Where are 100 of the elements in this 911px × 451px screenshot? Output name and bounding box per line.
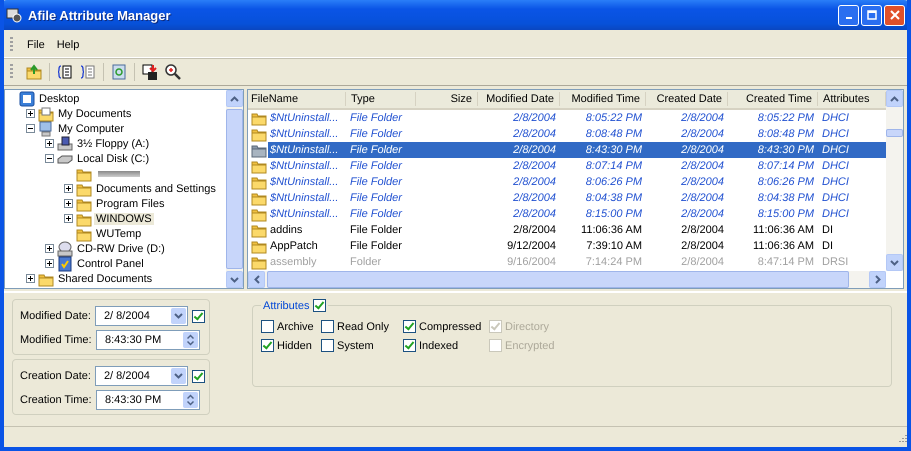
tree-item[interactable]: My Documents: [56, 108, 134, 120]
scroll-down-button[interactable]: [886, 254, 903, 271]
column-header[interactable]: Modified Date: [478, 92, 560, 106]
column-header[interactable]: Modified Time: [560, 92, 646, 106]
scroll-left-button[interactable]: [248, 271, 265, 288]
checkbox[interactable]: [321, 320, 334, 333]
column-header[interactable]: Created Date: [646, 92, 728, 106]
brace-document-icon: [80, 64, 96, 80]
expander-toggle[interactable]: [25, 273, 36, 284]
file-name[interactable]: addins: [268, 222, 304, 238]
table-cell-text: 2/8/2004: [680, 191, 725, 206]
column-header[interactable]: FileName: [248, 92, 346, 106]
checkbox-label: Read Only: [337, 320, 389, 332]
expander-toggle[interactable]: [63, 198, 74, 209]
tree-item[interactable]: Desktop: [37, 92, 82, 104]
column-header[interactable]: Type: [346, 92, 416, 106]
table-cell-text: 2/8/2004: [680, 111, 725, 126]
close-button[interactable]: [884, 4, 905, 26]
scroll-up-button[interactable]: [886, 90, 903, 107]
scroll-down-button[interactable]: [226, 271, 243, 288]
tree-item[interactable]: Shared Documents: [56, 272, 154, 284]
minus-icon: [45, 154, 54, 163]
table-cell-text: DHCI: [821, 191, 850, 206]
tree-item[interactable]: My Computer: [56, 122, 126, 134]
plus-icon: [45, 139, 54, 148]
file-name[interactable]: $NtUninstall...: [268, 110, 340, 126]
chevron-left-icon: [254, 275, 260, 284]
table-cell-text: DI: [821, 223, 834, 238]
expander-toggle[interactable]: [44, 153, 55, 164]
table-cell-text: DHCI: [821, 111, 850, 126]
column-header[interactable]: Size: [416, 92, 478, 106]
file-name[interactable]: $NtUninstall...: [268, 206, 340, 222]
checkbox[interactable]: [261, 320, 274, 333]
table-cell-text: File Folder: [349, 159, 404, 174]
tree-item[interactable]: Program Files: [94, 198, 166, 210]
table-cell-text: 2/8/2004: [512, 223, 557, 238]
toolbar-button[interactable]: [163, 62, 183, 82]
checkbox-label: Indexed: [419, 340, 458, 352]
menu-item[interactable]: Help: [50, 39, 86, 51]
tree-item[interactable]: Documents and Settings: [94, 182, 218, 194]
table-cell-text: File Folder: [349, 191, 404, 206]
expander-toggle[interactable]: [44, 243, 55, 254]
table-cell-text: 7:39:10 AM: [585, 239, 643, 254]
date-picker[interactable]: 2/ 8/2004: [94, 366, 188, 386]
file-name[interactable]: $NtUninstall...: [268, 174, 340, 190]
menu-item[interactable]: File: [21, 39, 51, 51]
checkbox[interactable]: [192, 310, 205, 322]
checkbox[interactable]: [313, 299, 326, 312]
scroll-thumb[interactable]: [886, 129, 903, 137]
checkbox[interactable]: [321, 339, 334, 352]
open-folder-icon: [26, 64, 42, 80]
time-spinner[interactable]: 8:43:30 PM: [96, 390, 200, 410]
expander-toggle[interactable]: [25, 108, 36, 119]
expander-toggle[interactable]: [44, 258, 55, 269]
tree-item[interactable]: 3½ Floppy (A:): [75, 138, 152, 150]
file-name[interactable]: $NtUninstall...: [268, 142, 340, 158]
scroll-right-button[interactable]: [869, 271, 886, 288]
chevron-up-icon: [230, 96, 239, 102]
expander-toggle[interactable]: [63, 183, 74, 194]
toolbar-button[interactable]: [140, 62, 160, 82]
tree-item[interactable]: CD-RW Drive (D:): [75, 242, 167, 254]
checkbox[interactable]: [261, 339, 274, 352]
minimize-icon: [846, 17, 852, 19]
file-name[interactable]: AppPatch: [268, 238, 320, 254]
cd-drive-icon: [57, 240, 73, 256]
spinner-arrows-icon: [187, 334, 194, 346]
expander-toggle[interactable]: [44, 138, 55, 149]
file-name[interactable]: $NtUninstall...: [268, 158, 340, 174]
table-cell-text: 8:15:00 PM: [584, 207, 643, 222]
table-cell-text: 2/8/2004: [680, 255, 725, 270]
expander-toggle[interactable]: [25, 123, 36, 134]
tree-item[interactable]: Control Panel: [75, 258, 146, 270]
checkbox-label: Archive: [277, 320, 314, 332]
table-cell-text: File Folder: [349, 175, 404, 190]
file-name[interactable]: $NtUninstall...: [268, 190, 340, 206]
table-cell-text: 2/8/2004: [512, 159, 557, 174]
grip-handle[interactable]: [10, 64, 13, 80]
control-panel-icon: [57, 256, 73, 272]
checkbox[interactable]: [403, 320, 416, 333]
vertical-scrollbar[interactable]: [226, 90, 243, 288]
scroll-thumb[interactable]: [226, 109, 243, 269]
tree-item[interactable]: WINDOWS: [94, 212, 154, 224]
table-cell-text: 2/8/2004: [680, 207, 725, 222]
grip-handle[interactable]: [10, 37, 13, 53]
time-spinner[interactable]: 8:43:30 PM: [96, 330, 200, 350]
table-cell-text: 8:05:22 PM: [584, 111, 643, 126]
maximize-button[interactable]: [861, 4, 882, 26]
column-header[interactable]: Created Time: [728, 92, 818, 106]
tree-item[interactable]: Local Disk (C:): [75, 152, 152, 164]
plus-icon: [45, 244, 54, 253]
minimize-button[interactable]: [838, 4, 859, 26]
file-name[interactable]: $NtUninstall...: [268, 126, 340, 142]
checkbox[interactable]: [192, 370, 205, 382]
checkbox[interactable]: [403, 339, 416, 352]
date-picker[interactable]: 2/ 8/2004: [94, 306, 188, 326]
table-cell-text: File Folder: [349, 111, 404, 126]
vertical-scrollbar[interactable]: [886, 90, 903, 271]
expander-toggle[interactable]: [63, 213, 74, 224]
scroll-up-button[interactable]: [226, 90, 243, 107]
tree-item[interactable]: WUTemp: [94, 228, 144, 240]
